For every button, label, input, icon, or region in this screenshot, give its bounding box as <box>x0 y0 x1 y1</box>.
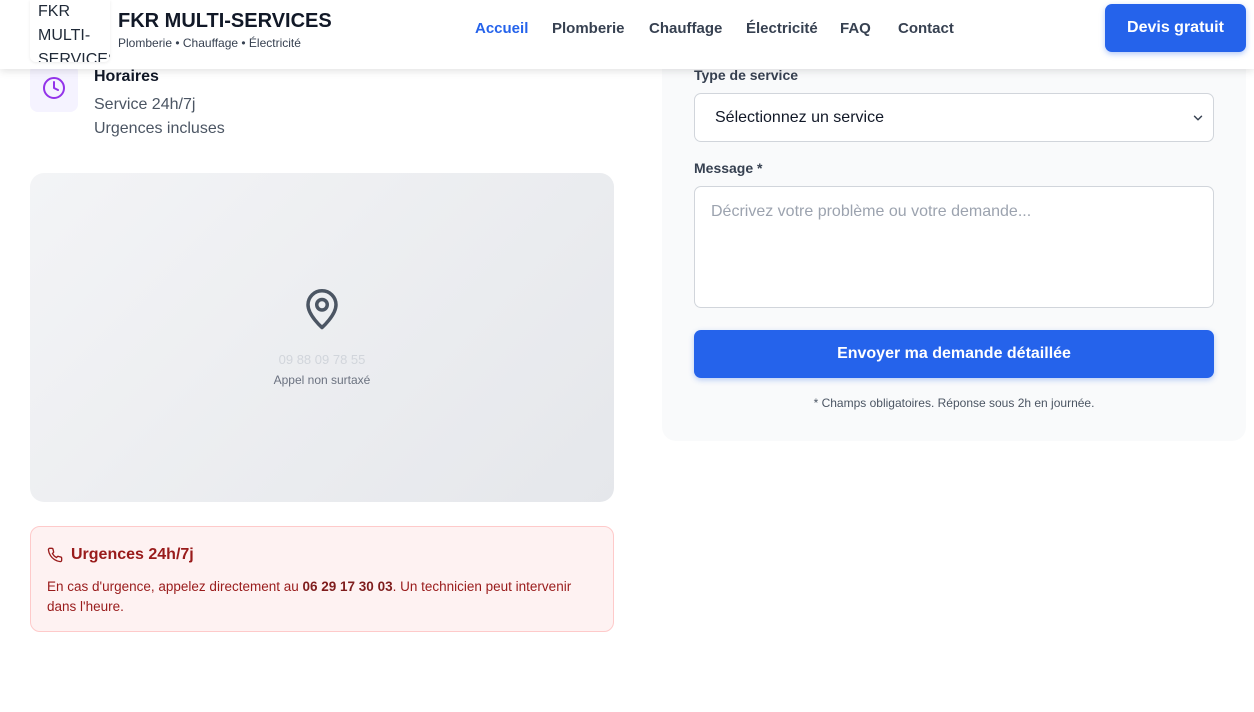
message-label: Message * <box>694 160 763 176</box>
submit-request-button[interactable]: Envoyer ma demande détaillée <box>694 330 1214 378</box>
nav-chauffage[interactable]: Chauffage <box>649 20 722 37</box>
nav-contact[interactable]: Contact <box>898 20 954 37</box>
nav-accueil[interactable]: Accueil <box>475 20 528 37</box>
phone-icon <box>47 547 63 563</box>
brand-subtitle: Plomberie • Chauffage • Électricité <box>118 36 301 50</box>
urgent-title: Urgences 24h/7j <box>71 546 194 563</box>
urgent-alert: Urgences 24h/7j En cas d'urgence, appele… <box>30 526 614 632</box>
urgent-phone-number[interactable]: 06 29 17 30 03 <box>303 579 393 594</box>
service-type-select[interactable]: Sélectionnez un service <box>694 93 1214 142</box>
logo[interactable]: FKR MULTI-SERVICES <box>30 0 110 62</box>
brand-title: FKR MULTI-SERVICES <box>118 10 332 32</box>
map-call-note: Appel non surtaxé <box>273 373 371 387</box>
service-type-label: Type de service <box>694 67 799 83</box>
service-type-selected-value: Sélectionnez un service <box>715 108 884 126</box>
urgent-message: En cas d'urgence, appelez directement au… <box>47 577 603 617</box>
urgent-text-before: En cas d'urgence, appelez directement au <box>47 579 303 594</box>
message-textarea[interactable]: Décrivez votre problème ou votre demande… <box>694 186 1214 308</box>
site-header: FKR MULTI-SERVICES FKR MULTI-SERVICES Pl… <box>0 0 1254 69</box>
map-pin-icon <box>306 289 338 330</box>
devis-gratuit-button[interactable]: Devis gratuit <box>1105 4 1246 52</box>
nav-plomberie[interactable]: Plomberie <box>552 20 625 37</box>
urgent-header: Urgences 24h/7j <box>47 546 194 564</box>
clock-icon <box>43 77 65 99</box>
hours-line-1: Service 24h/7j <box>94 96 196 113</box>
logo-alt-text: FKR MULTI-SERVICES <box>38 3 110 62</box>
map-phone-number: 09 88 09 78 55 <box>278 352 366 367</box>
hours-icon-tile <box>30 64 78 112</box>
form-footnote: * Champs obligatoires. Réponse sous 2h e… <box>813 396 1095 410</box>
nav-electricite[interactable]: Électricité <box>746 20 818 37</box>
chevron-down-icon <box>1193 115 1203 121</box>
map-placeholder[interactable]: 09 88 09 78 55 Appel non surtaxé <box>30 173 614 502</box>
hours-title: Horaires <box>94 68 159 85</box>
hours-line-2: Urgences incluses <box>94 120 225 137</box>
nav-faq[interactable]: FAQ <box>840 20 871 37</box>
